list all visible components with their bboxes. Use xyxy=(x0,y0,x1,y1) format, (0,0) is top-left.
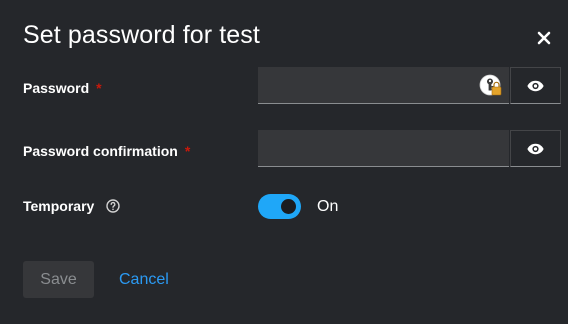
cancel-button[interactable]: Cancel xyxy=(119,270,169,290)
modal-title: Set password for test xyxy=(23,21,260,49)
password-confirmation-input-wrap xyxy=(258,130,509,167)
password-confirmation-input-group xyxy=(258,130,561,167)
show-password-button[interactable] xyxy=(510,67,561,104)
password-confirmation-input[interactable] xyxy=(258,130,509,167)
password-label-text: Password xyxy=(23,80,90,96)
password-confirmation-label: Password confirmation * xyxy=(23,142,190,160)
set-password-modal: Set password for test Password * Passwor… xyxy=(0,0,568,324)
password-input[interactable] xyxy=(258,67,509,104)
password-confirmation-label-text: Password confirmation xyxy=(23,143,178,159)
temporary-switch-state-label: On xyxy=(317,198,339,215)
save-button[interactable]: Save xyxy=(23,261,94,298)
password-input-group xyxy=(258,67,561,104)
help-icon[interactable] xyxy=(106,199,120,213)
password-manager-icon[interactable] xyxy=(479,74,503,98)
password-input-wrap xyxy=(258,67,509,104)
password-label: Password * xyxy=(23,79,102,97)
required-marker: * xyxy=(184,143,191,159)
close-button[interactable] xyxy=(533,27,555,49)
switch-knob xyxy=(281,199,296,214)
required-marker: * xyxy=(96,80,102,96)
temporary-label: Temporary xyxy=(23,198,95,214)
eye-icon xyxy=(527,143,544,154)
temporary-switch[interactable] xyxy=(258,194,301,219)
eye-icon xyxy=(527,80,544,91)
show-password-confirmation-button[interactable] xyxy=(510,130,561,167)
close-icon xyxy=(537,31,551,45)
